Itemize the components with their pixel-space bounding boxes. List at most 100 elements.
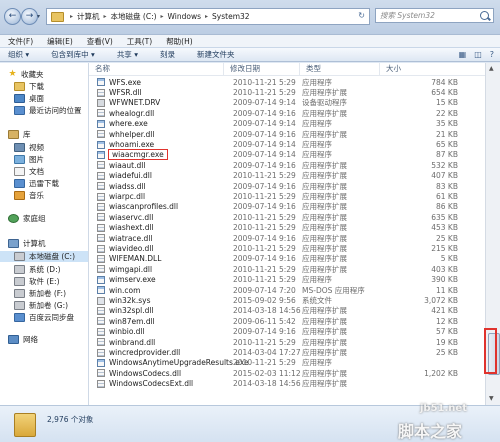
breadcrumb-separator-icon[interactable]: ▸ [70,13,73,20]
file-type: 应用程序扩展 [302,254,347,264]
file-size: 35 KB [436,119,458,129]
nav-item[interactable]: 本地磁盘 (C:) [0,251,88,262]
nav-item[interactable]: 新加卷 (G:) [0,300,88,311]
file-row[interactable]: wiaservc.dll 2010-11-21 5:29 应用程序扩展 635 KB [89,212,485,222]
menu-item[interactable]: 文件(F) [8,36,33,47]
forward-button[interactable]: → [21,8,38,25]
file-row[interactable]: WFSR.dll 2010-11-21 5:29 应用程序扩展 654 KB [89,87,485,97]
file-row[interactable]: wiavideo.dll 2010-11-21 5:29 应用程序扩展 215 KB [89,243,485,253]
nav-item[interactable]: 计算机 [0,238,88,249]
file-row[interactable]: win32k.sys 2015-09-02 9:56 系统文件 3,072 KB [89,295,485,305]
nav-item[interactable]: 视频 [0,142,88,153]
toolbar-button[interactable]: 新建文件夹 [197,49,235,60]
menu-item[interactable]: 查看(V) [87,36,113,47]
scroll-down-icon[interactable]: ▼ [489,395,494,402]
nav-item[interactable]: 文档 [0,166,88,177]
nav-item[interactable]: 迅雷下载 [0,178,88,189]
recent-pages-dropdown-icon[interactable]: ▾ [37,13,40,20]
file-row[interactable]: wiarpc.dll 2010-11-21 5:29 应用程序扩展 61 KB [89,191,485,201]
nav-item[interactable]: ★ 收藏夹 [0,69,88,80]
help-icon[interactable]: ? [490,50,494,59]
file-row[interactable]: wiascanprofiles.dll 2009-07-14 9:16 应用程序扩展… [89,202,485,212]
preview-pane-icon[interactable]: ◫ [474,50,482,59]
breadcrumb-separator-icon[interactable]: ▸ [161,13,164,20]
column-header-type[interactable]: 类型 [300,63,380,75]
file-row[interactable]: WindowsAnytimeUpgradeResults.exe 2010-11-… [89,358,485,368]
search-icon[interactable] [480,11,489,20]
menu-item[interactable]: 编辑(E) [47,36,73,47]
breadcrumb-item[interactable]: System32 [212,12,250,21]
search-input[interactable]: 搜索 System32 [375,8,494,23]
nav-item[interactable]: 网络 [0,334,88,345]
file-row[interactable]: wincredprovider.dll 2014-03-04 17:27 应用程序扩… [89,347,485,357]
file-row[interactable]: wiaaut.dll 2009-07-14 9:16 应用程序扩展 532 KB [89,160,485,170]
view-options-icon[interactable]: ▦ [459,50,467,59]
file-type: 应用程序扩展 [302,233,347,243]
file-row[interactable]: wiadefui.dll 2010-11-21 5:29 应用程序扩展 407 KB [89,171,485,181]
breadcrumb-separator-icon[interactable]: ▸ [205,13,208,20]
file-name-cell: win.com [89,286,224,295]
file-row[interactable]: wiatrace.dll 2009-07-14 9:16 应用程序扩展 25 KB [89,233,485,243]
file-row[interactable]: winbrand.dll 2010-11-21 5:29 应用程序扩展 19 KB [89,337,485,347]
file-size: 25 KB [436,348,458,358]
breadcrumb-separator-icon[interactable]: ▸ [104,13,107,20]
toolbar-button[interactable]: 刻录 [160,49,175,60]
file-row[interactable]: wiaacmgr.exe 2009-07-14 9:14 应用程序 87 KB [89,149,485,161]
file-row[interactable]: win.com 2009-07-14 7:20 MS-DOS 应用程序 11 KB [89,285,485,295]
file-row[interactable]: WIFEMAN.DLL 2009-07-14 9:16 应用程序扩展 5 KB [89,254,485,264]
nav-item[interactable]: 新加卷 (F:) [0,288,88,299]
file-row[interactable]: win32spl.dll 2014-03-18 14:56 应用程序扩展 421 KB [89,306,485,316]
nav-item[interactable]: 图片 [0,154,88,165]
nav-item[interactable]: 家庭组 [0,213,88,224]
file-row[interactable]: whoami.exe 2009-07-14 9:14 应用程序 65 KB [89,139,485,149]
video-library-icon [14,143,25,152]
file-type: 应用程序 [302,358,332,368]
breadcrumb-item[interactable]: 计算机 [77,11,100,22]
scroll-up-icon[interactable]: ▲ [489,65,494,72]
file-date: 2009-07-14 9:14 [233,119,296,129]
column-header-size[interactable]: 大小 [380,63,460,75]
nav-item[interactable]: 百度云同步盘 [0,312,88,323]
menu-item[interactable]: 工具(T) [127,36,152,47]
file-row[interactable]: win87em.dll 2009-06-11 5:42 应用程序扩展 12 KB [89,316,485,326]
dll-file-icon [97,317,105,326]
nav-item[interactable]: 下载 [0,81,88,92]
back-button[interactable]: ← [4,8,21,25]
toolbar-button[interactable]: 共享 ▾ [117,49,138,60]
file-row[interactable]: wiadss.dll 2009-07-14 9:16 应用程序扩展 83 KB [89,181,485,191]
file-row[interactable]: WindowsCodecsExt.dll 2014-03-18 14:56 应用程序… [89,379,485,389]
nav-item[interactable]: 库 [0,129,88,140]
file-row[interactable]: whealogr.dll 2009-07-14 9:16 应用程序扩展 22 KB [89,108,485,118]
toolbar-button[interactable]: 包含到库中 ▾ [51,49,95,60]
column-header-name[interactable]: 名称 [89,63,224,75]
file-name-cell: wiashext.dll [89,223,224,232]
breadcrumb-item[interactable]: 本地磁盘 (C:) [111,11,157,22]
file-row[interactable]: WFWNET.DRV 2009-07-14 9:14 设备驱动程序 15 KB [89,98,485,108]
file-size: 61 KB [436,192,458,202]
file-row[interactable]: wiashext.dll 2010-11-21 5:29 应用程序扩展 453 KB [89,223,485,233]
file-row[interactable]: winbio.dll 2009-07-14 9:16 应用程序扩展 57 KB [89,327,485,337]
file-type: 应用程序扩展 [302,368,347,378]
nav-item[interactable]: 音乐 [0,190,88,201]
nav-item[interactable]: 软件 (E:) [0,276,88,287]
nav-item[interactable]: 最近访问的位置 [0,105,88,116]
file-row[interactable]: wimgapi.dll 2010-11-21 5:29 应用程序扩展 403 KB [89,264,485,274]
breadcrumb-item[interactable]: Windows [168,12,201,21]
nav-item[interactable]: 桌面 [0,93,88,104]
refresh-icon[interactable]: ↻ [358,11,365,20]
file-type: 应用程序扩展 [302,337,347,347]
menu-item[interactable]: 帮助(H) [166,36,193,47]
nav-item-label: 图片 [29,155,44,164]
file-type: 应用程序 [302,150,332,160]
nav-item[interactable]: 系统 (D:) [0,264,88,275]
file-row[interactable]: WindowsCodecs.dll 2015-02-03 11:12 应用程序扩展 1… [89,368,485,378]
toolbar-button[interactable]: 组织 ▾ [8,49,29,60]
download-folder-icon [14,82,25,91]
column-header-date[interactable]: 修改日期 [224,63,300,75]
file-row[interactable]: whhelper.dll 2009-07-14 9:16 应用程序扩展 21 KB [89,129,485,139]
file-row[interactable]: wimserv.exe 2010-11-21 5:29 应用程序 390 KB [89,275,485,285]
address-field[interactable]: ▸ 计算机 ▸ 本地磁盘 (C:) ▸ Windows ▸ System32 ↻ [46,8,370,25]
file-row[interactable]: WFS.exe 2010-11-21 5:29 应用程序 784 KB [89,77,485,87]
file-date: 2010-11-21 5:29 [233,275,296,285]
file-row[interactable]: where.exe 2009-07-14 9:14 应用程序 35 KB [89,119,485,129]
